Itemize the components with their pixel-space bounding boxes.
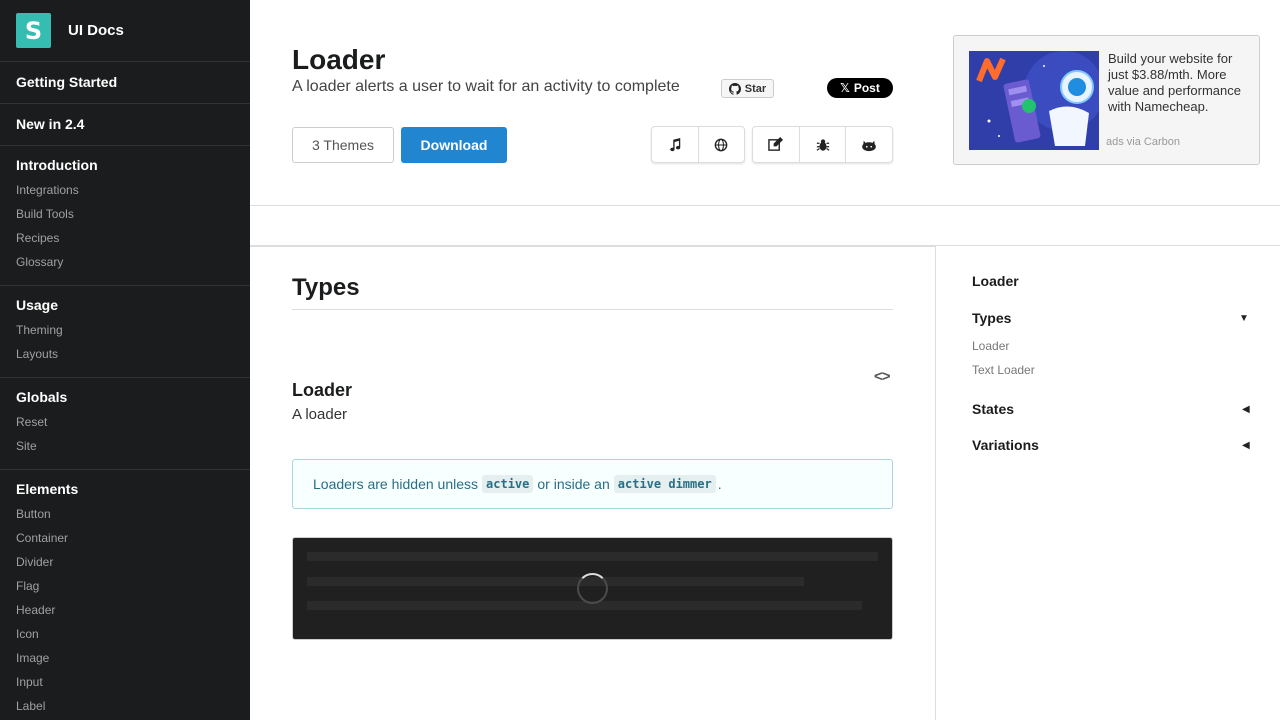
toc-title[interactable]: Loader xyxy=(972,273,1019,289)
main-content: Types Loader A loader <> Loaders are hid… xyxy=(250,246,935,720)
placeholder-line xyxy=(307,577,804,586)
nav-introduction[interactable]: Introduction xyxy=(16,156,234,174)
code-toggle-icon[interactable]: <> xyxy=(874,368,891,385)
github-icon xyxy=(728,82,741,95)
nav-item-glossary[interactable]: Glossary xyxy=(16,250,234,274)
download-button[interactable]: Download xyxy=(401,127,507,163)
brand[interactable]: S UI Docs xyxy=(0,0,250,62)
nav-item-icon[interactable]: Icon xyxy=(16,622,234,646)
code-active-dimmer: active dimmer xyxy=(613,475,716,493)
nav-item-header[interactable]: Header xyxy=(16,598,234,622)
post-label: Post xyxy=(853,81,880,95)
edit-icon xyxy=(768,137,784,151)
toc-states[interactable]: States xyxy=(972,401,1014,417)
nav-item-site[interactable]: Site xyxy=(16,434,234,458)
toc-item-loader[interactable]: Loader xyxy=(972,339,1009,353)
info-message: Loaders are hidden unless active or insi… xyxy=(292,459,893,509)
nav-elements[interactable]: Elements xyxy=(16,480,234,498)
nav-item-divider[interactable]: Divider xyxy=(16,550,234,574)
nav-section-getting-started: Getting Started xyxy=(0,62,250,104)
music-button[interactable] xyxy=(652,127,699,162)
x-icon: 𝕏 xyxy=(840,81,850,95)
toc-variations[interactable]: Variations xyxy=(972,437,1039,453)
nav-item-button[interactable]: Button xyxy=(16,502,234,526)
nav-item-image[interactable]: Image xyxy=(16,646,234,670)
themes-button[interactable]: 3 Themes xyxy=(292,127,394,163)
caret-down-icon[interactable]: ▼ xyxy=(1239,313,1249,324)
page-header: Loader A loader alerts a user to wait fo… xyxy=(250,0,1280,206)
info-text-after: . xyxy=(717,476,722,492)
nav-getting-started[interactable]: Getting Started xyxy=(16,73,234,91)
toc-types[interactable]: Types xyxy=(972,310,1011,326)
toc-item-text-loader[interactable]: Text Loader xyxy=(972,363,1035,377)
page-subtitle: A loader alerts a user to wait for an ac… xyxy=(292,78,680,95)
nav-item-layouts[interactable]: Layouts xyxy=(16,342,234,366)
star-label: Star xyxy=(744,82,767,95)
github-button[interactable] xyxy=(846,127,892,162)
nav-item-integrations[interactable]: Integrations xyxy=(16,178,234,202)
loader-spinner-icon xyxy=(577,573,608,604)
info-text-before: Loaders are hidden unless xyxy=(313,476,479,492)
logo-icon: S xyxy=(16,13,51,48)
section-divider xyxy=(292,309,893,310)
nav-section-introduction: Introduction Integrations Build Tools Re… xyxy=(0,146,250,286)
bug-icon xyxy=(816,138,829,151)
github-star-button[interactable]: Star xyxy=(721,79,774,98)
ad-text[interactable]: Build your website for just $3.88/mth. M… xyxy=(1108,51,1248,115)
music-icon xyxy=(669,137,681,151)
nav-item-flag[interactable]: Flag xyxy=(16,574,234,598)
toggle-icon-group xyxy=(651,126,745,163)
section-title: Types xyxy=(292,274,360,301)
ad-image[interactable] xyxy=(969,51,1099,150)
nav-item-label[interactable]: Label xyxy=(16,694,234,718)
nav-globals[interactable]: Globals xyxy=(16,388,234,406)
nav-item-build-tools[interactable]: Build Tools xyxy=(16,202,234,226)
page-title: Loader xyxy=(292,44,386,75)
carbon-ad[interactable]: Build your website for just $3.88/mth. M… xyxy=(953,35,1260,165)
nav-section-usage: Usage Theming Layouts xyxy=(0,286,250,378)
table-of-contents: Loader Types ▼ Loader Text Loader States… xyxy=(935,246,1280,720)
nav-item-theming[interactable]: Theming xyxy=(16,318,234,342)
action-icon-group xyxy=(752,126,893,163)
brand-name: UI Docs xyxy=(68,22,124,39)
nav-section-globals: Globals Reset Site xyxy=(0,378,250,470)
nav-new-in-2-4[interactable]: New in 2.4 xyxy=(16,115,234,133)
nav-usage[interactable]: Usage xyxy=(16,296,234,314)
caret-left-icon[interactable]: ◀ xyxy=(1242,404,1250,415)
ad-illustration-icon xyxy=(969,51,1099,150)
x-post-button[interactable]: 𝕏 Post xyxy=(827,78,893,98)
nav-item-recipes[interactable]: Recipes xyxy=(16,226,234,250)
placeholder-line xyxy=(307,601,862,610)
example-title: Loader xyxy=(292,380,353,400)
info-text-middle: or inside an xyxy=(537,476,610,492)
nav-item-container[interactable]: Container xyxy=(16,526,234,550)
github-alt-icon xyxy=(862,140,876,151)
code-active: active xyxy=(482,475,534,493)
nav-item-input[interactable]: Input xyxy=(16,670,234,694)
loader-demo xyxy=(292,537,893,640)
edit-button[interactable] xyxy=(753,127,800,162)
placeholder-line xyxy=(307,552,878,561)
nav-item-reset[interactable]: Reset xyxy=(16,410,234,434)
language-button[interactable] xyxy=(699,127,745,162)
ad-via[interactable]: ads via Carbon xyxy=(1106,136,1180,148)
sidebar: S UI Docs Getting Started New in 2.4 Int… xyxy=(0,0,250,720)
bug-button[interactable] xyxy=(800,127,847,162)
nav-section-new: New in 2.4 xyxy=(0,104,250,146)
example-description: A loader xyxy=(292,406,348,423)
nav-section-elements: Elements Button Container Divider Flag H… xyxy=(0,470,250,720)
globe-icon xyxy=(714,138,728,151)
caret-left-icon[interactable]: ◀ xyxy=(1242,440,1250,451)
